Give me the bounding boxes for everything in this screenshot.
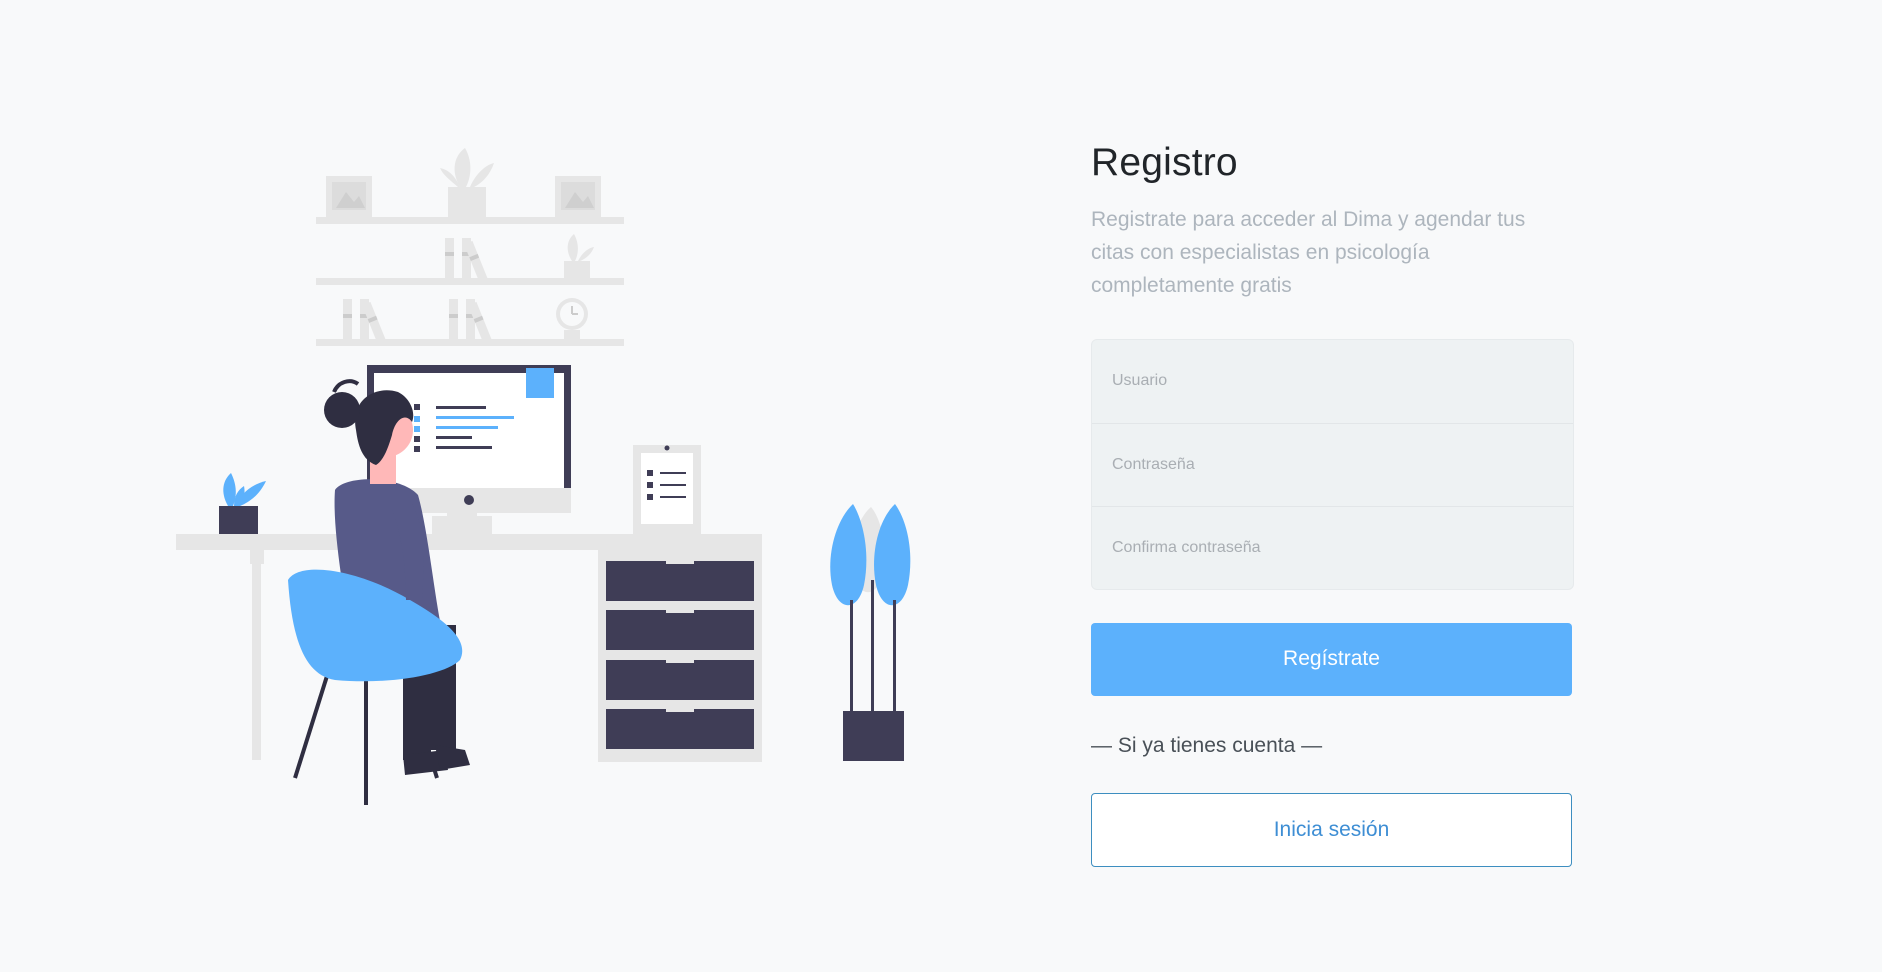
confirm-password-input[interactable] [1092,505,1573,589]
register-button[interactable]: Regístrate [1091,622,1572,696]
password-input[interactable] [1092,422,1573,506]
desk-plant [219,473,266,534]
username-input[interactable] [1092,339,1573,423]
shelf-plant-small [564,234,594,278]
shelf-clock [556,298,588,339]
existing-account-divider: — Si ya tienes cuenta — [1091,733,1323,757]
register-form: Registro Registrate para acceder al Dima… [1091,140,1574,867]
login-button[interactable]: Inicia sesión [1091,792,1572,867]
shelf-plant-top [440,148,494,217]
register-page: Registro Registrate para acceder al Dima… [0,0,1882,972]
page-title: Registro [1091,141,1238,184]
shelf-books-bottom [343,299,492,343]
person-working-at-desk-illustration [176,148,911,805]
desk-tablet [633,445,701,534]
page-subtitle: Registrate para acceder al Dima y agenda… [1091,207,1526,297]
shelf-books-middle [445,238,488,282]
floor-plant [830,504,911,761]
credentials-fieldset [1091,338,1574,590]
